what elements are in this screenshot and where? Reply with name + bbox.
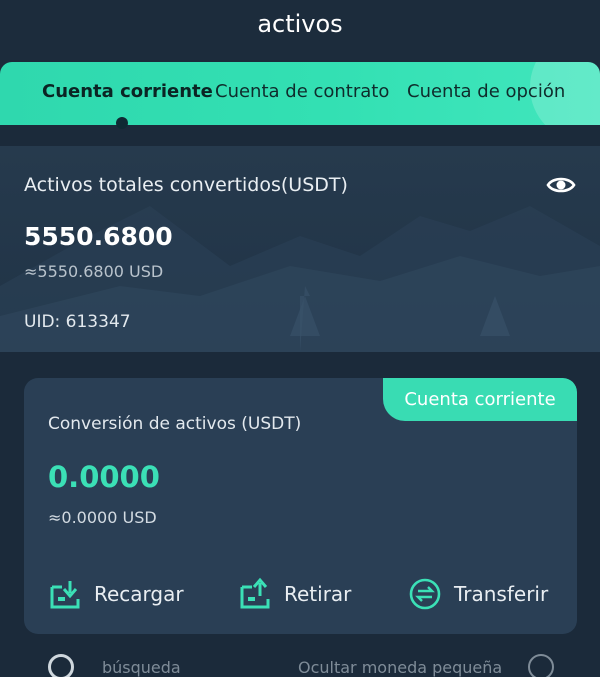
deposit-icon xyxy=(50,581,80,609)
deposit-label: Recargar xyxy=(94,582,184,606)
conversion-usd: ≈0.0000 USD xyxy=(48,508,157,527)
app-header: activos xyxy=(0,0,600,60)
tab-option-account[interactable]: Cuenta de opción xyxy=(407,81,565,102)
withdraw-label: Retirar xyxy=(284,582,352,606)
eye-icon[interactable] xyxy=(546,174,576,196)
conversion-value: 0.0000 xyxy=(48,460,160,494)
deposit-button[interactable]: Recargar xyxy=(48,574,184,614)
conversion-title: Conversión de activos (USDT) xyxy=(48,414,302,434)
total-assets-panel: Activos totales convertidos(USDT) 5550.6… xyxy=(0,146,600,352)
page-title: activos xyxy=(257,10,343,38)
tab-current-account[interactable]: Cuenta corriente xyxy=(42,81,213,102)
tab-contract-account[interactable]: Cuenta de contrato xyxy=(215,81,389,102)
withdraw-button[interactable]: Retirar xyxy=(238,574,351,614)
asset-filter-row: búsqueda Ocultar moneda pequeña xyxy=(0,648,600,677)
active-tab-indicator xyxy=(116,117,128,129)
transfer-button[interactable]: Transferir xyxy=(408,574,548,614)
search-icon[interactable] xyxy=(48,654,74,677)
search-input[interactable]: búsqueda xyxy=(102,658,181,677)
transfer-icon xyxy=(409,578,441,610)
transfer-label: Transferir xyxy=(454,582,549,606)
withdraw-icon xyxy=(240,577,270,609)
account-badge: Cuenta corriente xyxy=(383,378,577,421)
total-assets-usd: ≈5550.6800 USD xyxy=(24,262,164,281)
asset-conversion-card: Cuenta corriente Conversión de activos (… xyxy=(24,378,577,634)
hide-small-balance-toggle[interactable] xyxy=(528,654,554,677)
account-tabs: Cuenta corriente Cuenta de contrato Cuen… xyxy=(0,62,600,125)
total-assets-value: 5550.6800 xyxy=(24,222,173,251)
user-id: UID: 613347 xyxy=(24,312,131,332)
hide-small-balance-label: Ocultar moneda pequeña xyxy=(298,658,503,677)
total-assets-label: Activos totales convertidos(USDT) xyxy=(24,174,348,196)
